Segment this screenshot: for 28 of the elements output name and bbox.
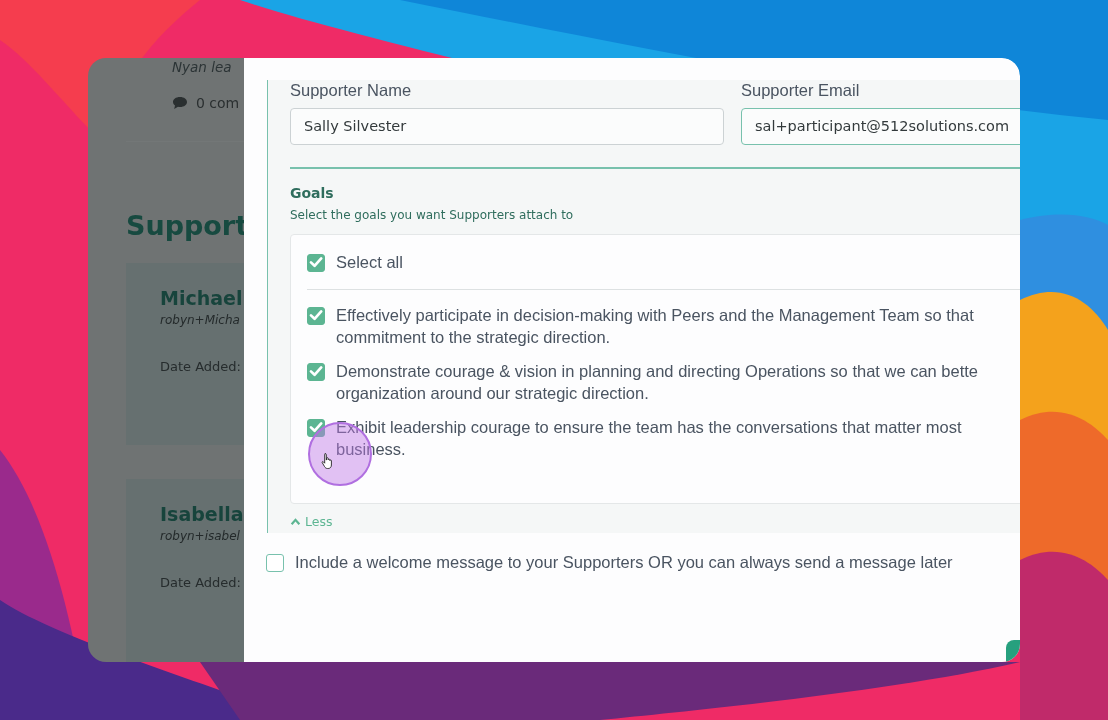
checkbox[interactable] [307, 253, 325, 272]
checkbox[interactable] [307, 418, 325, 437]
goal-text: commitment to the strategic direction. [336, 326, 611, 348]
date-added-label: Date Added: [160, 358, 242, 374]
goals-title: Goals [290, 184, 335, 201]
input-field[interactable]: Sally Silvester [290, 108, 724, 145]
checkbox[interactable] [307, 362, 325, 381]
field-label: Supporter Email [741, 80, 861, 101]
checkbox-label: Include a welcome message to your Supporters OR you can always send a message later [295, 553, 953, 572]
supporter-email: robyn+isabel [160, 529, 241, 544]
comment-icon [172, 96, 188, 110]
section-heading: Support [126, 209, 244, 241]
goals-subtitle: Select the goals you want Supporters attach to [290, 207, 575, 222]
supporter-email: robyn+Micha [160, 312, 241, 327]
chevron-up-icon [290, 516, 301, 526]
post-excerpt: Nyan lea [172, 58, 233, 76]
checkbox[interactable] [307, 306, 325, 325]
field-label: Supporter Name [290, 80, 413, 101]
checkbox[interactable] [266, 554, 284, 572]
supporter-name: Isabella [160, 503, 244, 526]
goal-text: Effectively participate in decision-making with Peers and the Management Team so that [336, 304, 974, 326]
date-added-label: Date Added: [160, 575, 242, 591]
input-field[interactable]: sal+participant@512solutions.com [741, 108, 1020, 145]
checkbox-label: Select all [336, 251, 403, 273]
supporter-name: Michael [160, 286, 244, 309]
goal-text: organization around our strategic direction. [336, 382, 649, 404]
goal-text: Demonstrate courage & vision in planning and directing Operations so that we can bette [336, 360, 979, 382]
hand-cursor-icon [321, 452, 335, 470]
